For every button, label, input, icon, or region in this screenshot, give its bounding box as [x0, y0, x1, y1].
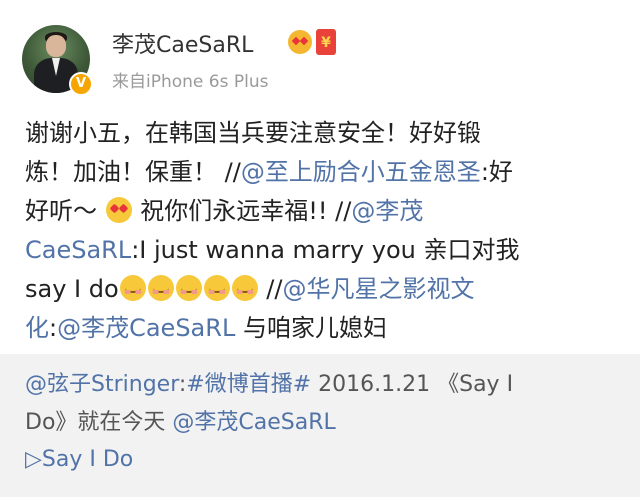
hashtag-link[interactable]: #微博首播# — [186, 372, 311, 397]
post-line-4: CaeSaRL:I just wanna marry you 亲口对我 — [25, 231, 625, 270]
post-source: 来自iPhone 6s Plus — [112, 72, 269, 92]
mention-link[interactable]: @李茂CaeSaRL — [57, 314, 235, 342]
mention-link[interactable]: CaeSaRL — [25, 236, 131, 264]
heart-eyes-badge-icon[interactable] — [288, 30, 312, 54]
post-text: 炼！加油！保重！ // — [25, 158, 241, 186]
mention-link[interactable]: @至上励合小五金恩圣 — [241, 158, 481, 186]
post-text: 好听～ — [25, 197, 97, 225]
weibo-post: V 李茂CaeSaRL ¥ 来自iPhone 6s Plus 谢谢小五，在韩国当… — [0, 0, 640, 354]
repost-text: @弦子Stringer:#微博首播# 2016.1.21 《Say I Do》就… — [25, 366, 615, 442]
red-envelope-icon[interactable]: ¥ — [316, 29, 336, 55]
post-line-6: 化:@李茂CaeSaRL 与咱家儿媳妇 — [25, 309, 625, 348]
post-line-3: 好听～ 祝你们永远幸福!! //@李茂 — [25, 192, 625, 231]
repost-text-part: Do》就在今天 — [25, 410, 173, 435]
mention-link[interactable]: 化 — [25, 314, 49, 342]
post-line-2: 炼！加油！保重！ //@至上励合小五金恩圣:好 — [25, 153, 625, 192]
avatar-head — [46, 35, 66, 57]
post-line-1: 谢谢小五，在韩国当兵要注意安全！好好锻 — [25, 114, 625, 153]
repost-text-part: 2016.1.21 《Say I — [311, 372, 514, 397]
heart-eyes-emoji-icon — [105, 197, 132, 223]
post-text: 祝你们永远幸福!! // — [140, 197, 352, 225]
post-text: 谢谢小五，在韩国当兵要注意安全！好好锻 — [25, 119, 481, 147]
user-name[interactable]: 李茂CaeSaRL — [112, 27, 253, 59]
mention-link[interactable]: @弦子Stringer — [25, 372, 179, 397]
verified-badge-icon: V — [69, 72, 93, 96]
post-content: 谢谢小五，在韩国当兵要注意安全！好好锻 炼！加油！保重！ //@至上励合小五金恩… — [25, 114, 625, 348]
post-text: say I do — [25, 275, 119, 303]
blush-smile-emoji-icon — [175, 275, 202, 301]
blush-smile-emoji-icon — [203, 275, 230, 301]
mention-link[interactable]: @华凡星之影视文 — [282, 275, 474, 303]
blush-smile-emoji-icon — [147, 275, 174, 301]
blush-smile-emoji-icon — [231, 275, 258, 301]
post-line-5: say I do //@华凡星之影视文 — [25, 270, 625, 309]
mention-link[interactable]: @李茂CaeSaRL — [172, 410, 335, 435]
blush-smile-emoji-icon — [119, 275, 146, 301]
post-text: 与咱家儿媳妇 — [235, 314, 387, 342]
post-text: : — [49, 314, 58, 342]
video-link[interactable]: ▷Say I Do — [25, 447, 133, 472]
mention-link[interactable]: @李茂 — [351, 197, 423, 225]
post-text: :I just wanna marry you 亲口对我 — [131, 236, 520, 264]
post-text: :好 — [480, 158, 513, 186]
post-text: // — [258, 275, 283, 303]
reposted-content[interactable]: @弦子Stringer:#微博首播# 2016.1.21 《Say I Do》就… — [0, 354, 640, 497]
